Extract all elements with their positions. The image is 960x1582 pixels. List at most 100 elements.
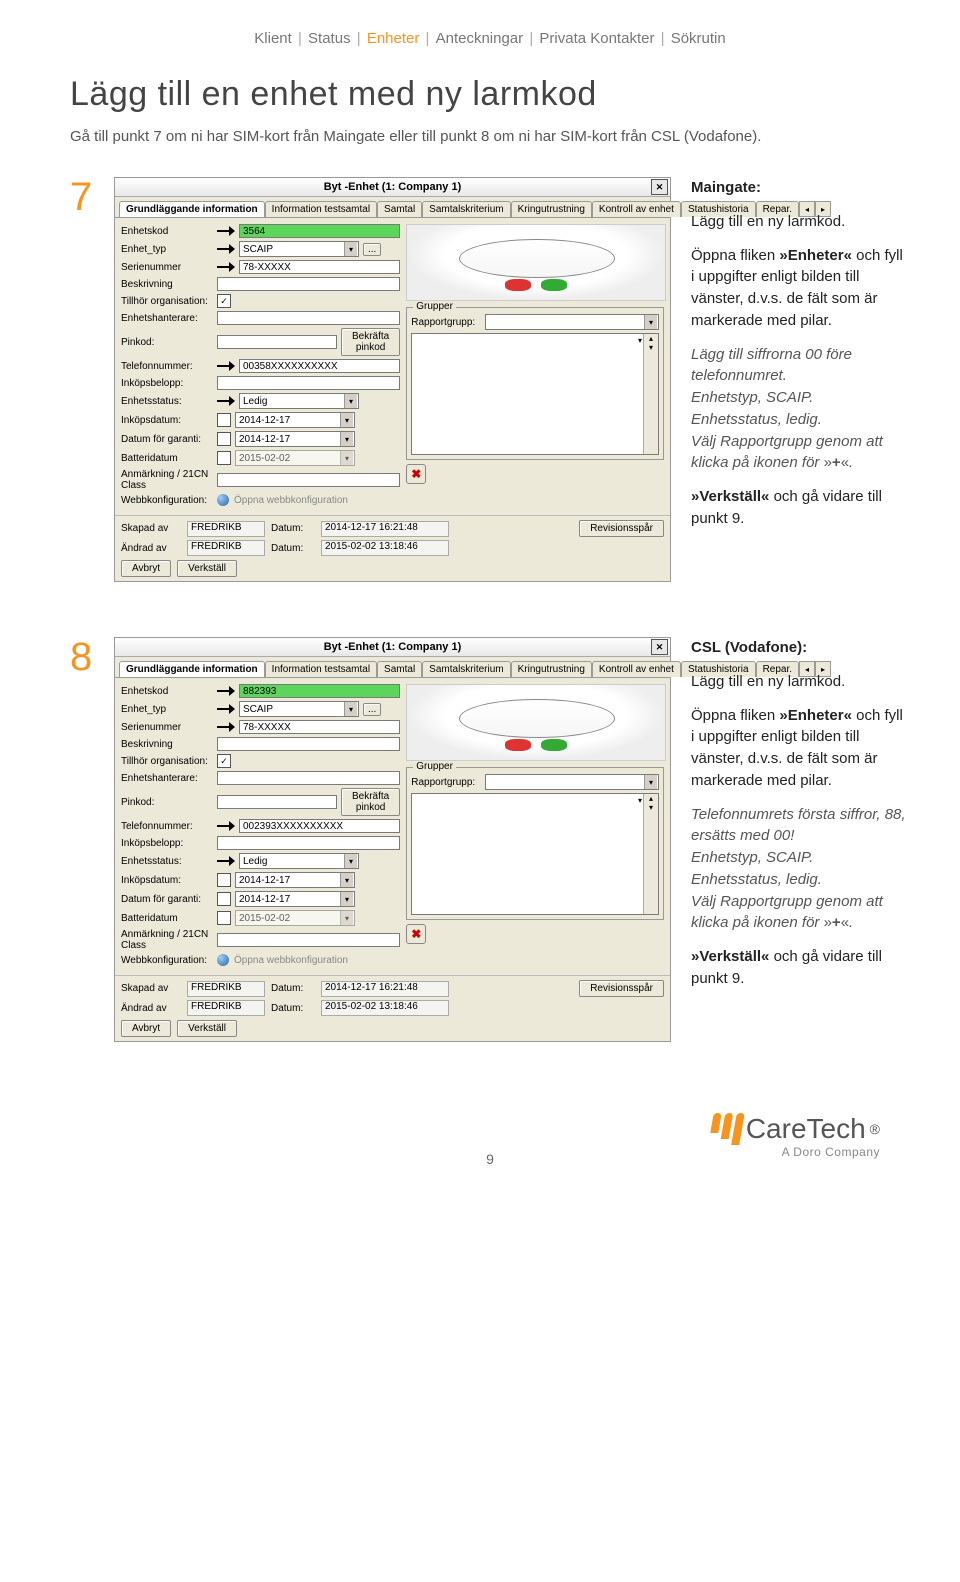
checkbox[interactable] xyxy=(217,451,231,465)
text-input[interactable]: 00358XXXXXXXXXX xyxy=(239,359,400,373)
checkbox[interactable] xyxy=(217,911,231,925)
delete-button[interactable]: ✖ xyxy=(406,924,426,944)
open-web-config-link[interactable]: Öppna webbkonfiguration xyxy=(217,494,348,506)
text-input[interactable]: 882393 xyxy=(239,684,400,698)
checkbox[interactable] xyxy=(217,873,231,887)
date-select[interactable]: 2015-02-02 xyxy=(235,910,355,926)
breadcrumb-item[interactable]: Enheter xyxy=(367,30,420,47)
pinkod-input[interactable] xyxy=(217,795,337,809)
dropdown-select[interactable]: SCAIP xyxy=(239,241,359,257)
ellipsis-button[interactable]: ... xyxy=(363,243,381,256)
step-number: 7 xyxy=(70,177,98,582)
registered-icon: ® xyxy=(870,1121,880,1137)
text-input[interactable] xyxy=(217,376,400,390)
avbryt-button[interactable]: Avbryt xyxy=(121,560,171,577)
chevron-down-icon[interactable]: ▾ xyxy=(638,796,642,805)
bekrafta-pinkod-button[interactable]: Bekräfta pinkod xyxy=(341,328,400,356)
globe-icon xyxy=(217,954,229,966)
page-title: Lägg till en enhet med ny larmkod xyxy=(70,75,910,114)
verkstall-button[interactable]: Verkställ xyxy=(177,560,237,577)
dropdown-select[interactable]: SCAIP xyxy=(239,701,359,717)
breadcrumb-item[interactable]: Sökrutin xyxy=(671,30,726,47)
rapportgrupp-select[interactable] xyxy=(485,774,659,790)
dialog-tab[interactable]: Kringutrustning xyxy=(511,201,592,217)
dropdown-select[interactable]: Ledig xyxy=(239,853,359,869)
date-select[interactable]: 2014-12-17 xyxy=(235,412,355,428)
breadcrumb-item[interactable]: Status xyxy=(308,30,351,47)
dialog-tab[interactable]: Kontroll av enhet xyxy=(592,661,681,677)
checkbox[interactable]: ✓ xyxy=(217,294,231,308)
groups-listbox[interactable]: ▾ xyxy=(411,793,659,915)
checkbox[interactable] xyxy=(217,892,231,906)
skapad-av-label: Skapad av xyxy=(121,523,181,534)
breadcrumb-item[interactable]: Anteckningar xyxy=(436,30,524,47)
dialog-tab[interactable]: Samtal xyxy=(377,201,422,217)
text-input[interactable] xyxy=(217,737,400,751)
text-input[interactable] xyxy=(217,933,400,947)
dialog-tab[interactable]: Grundläggande information xyxy=(119,201,265,217)
dialog-screenshot: Byt -Enhet (1: Company 1)✕ Grundläggande … xyxy=(114,637,671,1042)
delete-button[interactable]: ✖ xyxy=(406,464,426,484)
dialog-title: Byt -Enhet (1: Company 1)✕ xyxy=(115,638,670,657)
text-input[interactable]: 002393XXXXXXXXXX xyxy=(239,819,400,833)
dialog-window: Byt -Enhet (1: Company 1)✕ Grundläggande … xyxy=(114,637,671,1042)
pointer-arrow-icon xyxy=(217,704,235,714)
ellipsis-button[interactable]: ... xyxy=(363,703,381,716)
pointer-arrow-icon xyxy=(217,856,235,866)
dialog-tabs: Grundläggande informationInformation tes… xyxy=(115,197,670,218)
text-input[interactable] xyxy=(217,473,400,487)
pointer-arrow-icon xyxy=(217,821,235,831)
close-icon[interactable]: ✕ xyxy=(651,179,668,195)
scrollbar[interactable] xyxy=(643,334,658,454)
checkbox[interactable] xyxy=(217,432,231,446)
revision-button[interactable]: Revisionsspår xyxy=(579,980,664,997)
dialog-screenshot: Byt -Enhet (1: Company 1)✕Grundläggande … xyxy=(114,177,671,582)
date-select[interactable]: 2014-12-17 xyxy=(235,872,355,888)
dialog-tab[interactable]: Samtal xyxy=(377,661,422,677)
groups-listbox[interactable]: ▾ xyxy=(411,333,659,455)
dialog-tab[interactable]: Information testsamtal xyxy=(265,661,377,677)
rapportgrupp-select[interactable] xyxy=(485,314,659,330)
dialog-tab[interactable]: Information testsamtal xyxy=(265,201,377,217)
dialog-title: Byt -Enhet (1: Company 1)✕ xyxy=(115,178,670,197)
verkstall-button[interactable]: Verkställ xyxy=(177,1020,237,1037)
dialog-tab[interactable]: Kringutrustning xyxy=(511,661,592,677)
dialog-footer: Skapad avFREDRIKBDatum:2014-12-17 16:21:… xyxy=(115,975,670,1041)
text-input[interactable]: 3564 xyxy=(239,224,400,238)
pointer-arrow-icon xyxy=(217,226,235,236)
dialog-tab[interactable]: Samtalskriterium xyxy=(422,661,510,677)
device-image xyxy=(406,684,666,761)
date-select[interactable]: 2015-02-02 xyxy=(235,450,355,466)
date-select[interactable]: 2014-12-17 xyxy=(235,431,355,447)
close-icon[interactable]: ✕ xyxy=(651,639,668,655)
andrad-av-value: FREDRIKB xyxy=(187,540,265,556)
dialog-tab[interactable]: Kontroll av enhet xyxy=(592,201,681,217)
text-input[interactable] xyxy=(217,311,400,325)
text-input[interactable]: 78-XXXXX xyxy=(239,720,400,734)
dialog-tab[interactable]: Samtalskriterium xyxy=(422,201,510,217)
text-input[interactable] xyxy=(217,277,400,291)
avbryt-button[interactable]: Avbryt xyxy=(121,1020,171,1037)
step-instructions: Maingate:Lägg till en ny larmkod.Öppna f… xyxy=(691,177,910,582)
text-input[interactable]: 78-XXXXX xyxy=(239,260,400,274)
brand-logo: CareTech® A Doro Company xyxy=(712,1113,880,1159)
pointer-arrow-icon xyxy=(217,396,235,406)
date-select[interactable]: 2014-12-17 xyxy=(235,891,355,907)
chevron-down-icon[interactable]: ▾ xyxy=(638,336,642,345)
revision-button[interactable]: Revisionsspår xyxy=(579,520,664,537)
checkbox[interactable]: ✓ xyxy=(217,754,231,768)
breadcrumb-item[interactable]: Privata Kontakter xyxy=(539,30,654,47)
dropdown-select[interactable]: Ledig xyxy=(239,393,359,409)
pinkod-input[interactable] xyxy=(217,335,337,349)
open-web-config-link[interactable]: Öppna webbkonfiguration xyxy=(217,954,348,966)
dialog-tab[interactable]: Grundläggande information xyxy=(119,661,265,677)
brand-name: CareTech xyxy=(746,1113,866,1145)
bekrafta-pinkod-button[interactable]: Bekräfta pinkod xyxy=(341,788,400,816)
scrollbar[interactable] xyxy=(643,794,658,914)
checkbox[interactable] xyxy=(217,413,231,427)
globe-icon xyxy=(217,494,229,506)
andrad-av-label: Ändrad av xyxy=(121,543,181,554)
breadcrumb-item[interactable]: Klient xyxy=(254,30,292,47)
text-input[interactable] xyxy=(217,771,400,785)
text-input[interactable] xyxy=(217,836,400,850)
